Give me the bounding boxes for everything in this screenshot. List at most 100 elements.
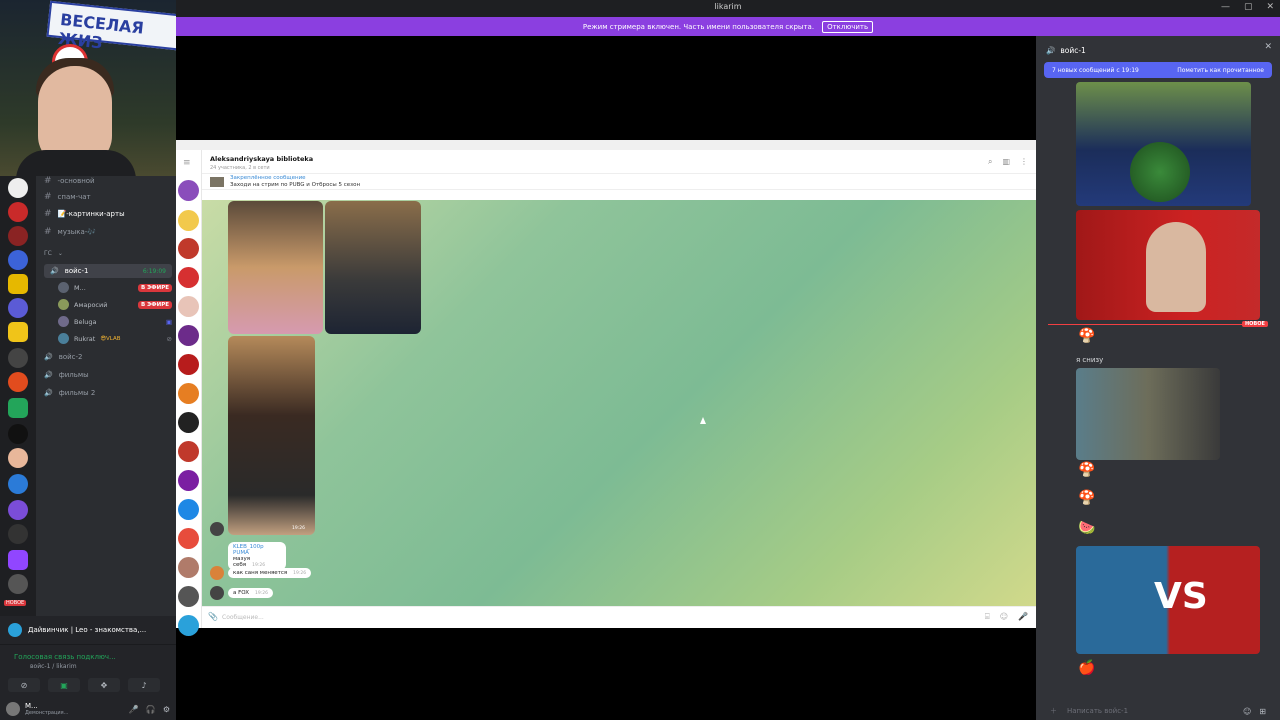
close-icon[interactable]: ✕ (1266, 2, 1274, 12)
message-bubble[interactable]: как саня меняется 19:26 (228, 568, 312, 578)
headphones-icon[interactable]: 🎧 (146, 705, 156, 714)
new-messages-bar[interactable]: 7 новых сообщений с 19:19 Пометить как п… (1044, 62, 1272, 78)
channel-item[interactable]: # -основной (44, 176, 172, 186)
voice-channel[interactable]: 🔊 войс-2 (44, 353, 172, 361)
chat-avatar[interactable] (178, 499, 199, 520)
menu-icon[interactable]: ≡ (183, 158, 191, 168)
avatar[interactable] (6, 702, 20, 716)
emoji-icon[interactable]: ☺ (1000, 612, 1008, 622)
commands-icon[interactable]: ⌸ (985, 612, 990, 622)
voice-user[interactable]: М... В ЭФИРЕ (58, 282, 172, 293)
server-icon[interactable] (8, 348, 28, 368)
server-icon[interactable] (8, 226, 28, 246)
chat-avatar[interactable] (178, 470, 199, 491)
image-attachment[interactable]: VS (1076, 546, 1260, 654)
server-icon[interactable] (8, 250, 28, 270)
twitch-icon[interactable] (8, 550, 28, 570)
new-badge: НОВОЕ (4, 600, 27, 606)
sender-avatar[interactable] (210, 566, 224, 580)
noise-suppression-icon[interactable]: ⊘ (8, 678, 40, 692)
apple-emoji: 🍎 (1078, 660, 1096, 676)
chat-avatar[interactable] (178, 557, 199, 578)
chat-avatar[interactable] (178, 238, 199, 259)
photo-message[interactable] (228, 201, 323, 334)
voice-user[interactable]: Амаросий В ЭФИРЕ (58, 299, 172, 310)
hash-icon: # (44, 192, 52, 202)
close-icon[interactable]: ✕ (1264, 42, 1272, 52)
search-icon[interactable]: ⌕ (988, 157, 992, 167)
channel-item[interactable]: # 📝-картинки-арты (44, 209, 172, 219)
notification-bar[interactable]: Дайвинчик | Leo - знакомства,... (0, 616, 176, 644)
chat-avatar[interactable] (178, 412, 199, 433)
server-icon[interactable] (8, 398, 28, 418)
attach-icon[interactable]: 📎 (208, 612, 218, 621)
server-icon[interactable] (8, 500, 28, 520)
photo-message[interactable] (325, 201, 421, 334)
chat-avatar[interactable] (178, 615, 199, 636)
voice-user[interactable]: Beluga ▣ (58, 316, 172, 327)
photo-message[interactable] (228, 336, 315, 535)
pinned-message[interactable]: Закреплённое сообщение Заходи на стрим п… (202, 174, 1036, 190)
photo-time: 19:26 (292, 526, 305, 531)
server-icon[interactable] (8, 202, 28, 222)
message-input[interactable]: Сообщение... (222, 614, 264, 621)
apps-icon[interactable]: ⊞ (1259, 707, 1266, 716)
telegram-chat-list: ≡ (176, 150, 202, 636)
chat-avatar[interactable] (178, 180, 199, 201)
channel-item[interactable]: # спам-чат (44, 192, 172, 202)
sidebar-toggle-icon[interactable]: ▥ (1002, 157, 1010, 167)
sender-avatar[interactable] (210, 586, 224, 600)
server-icon[interactable] (8, 524, 28, 544)
server-icon[interactable] (8, 372, 28, 392)
sender-avatar[interactable] (210, 522, 224, 536)
screen-share-icon[interactable]: ▣ (48, 678, 80, 692)
chat-avatar[interactable] (178, 325, 199, 346)
server-icon[interactable] (8, 274, 28, 294)
more-icon[interactable]: ⋮ (1020, 157, 1028, 167)
chat-header: Aleksandriyskaya biblioteka 24 участника… (202, 150, 1036, 174)
settings-icon[interactable]: ⚙ (163, 705, 170, 714)
minimize-icon[interactable]: — (1221, 2, 1230, 12)
voice-channel-active[interactable]: 🔊 войс-1 6:19:09 (44, 264, 172, 278)
activities-icon[interactable]: ✥ (88, 678, 120, 692)
telegram-window-bar (176, 140, 1036, 150)
server-icon[interactable] (8, 298, 28, 318)
disable-streamer-mode-button[interactable]: Отключить (822, 20, 874, 33)
new-messages-divider (1048, 324, 1244, 325)
channel-item[interactable]: # музыка-🎶 (44, 227, 172, 237)
voice-user[interactable]: Rukrat 😎VLAB ⊘ (58, 333, 172, 344)
add-attachment-icon[interactable]: ＋ (1050, 706, 1057, 716)
server-icon[interactable] (8, 424, 28, 444)
chat-avatar[interactable] (178, 383, 199, 404)
microphone-icon[interactable]: 🎤 (1018, 612, 1028, 622)
microphone-icon[interactable]: 🎤 (129, 705, 139, 714)
message-bubble[interactable]: а FOX 19:26 (228, 588, 273, 598)
soundboard-icon[interactable]: ♪ (128, 678, 160, 692)
voice-channel[interactable]: 🔊 фильмы 2 (44, 389, 172, 397)
chat-avatar[interactable] (178, 267, 199, 288)
category-header[interactable]: ГС ⌄ (44, 250, 172, 257)
server-icon[interactable] (8, 322, 28, 342)
image-attachment[interactable] (1076, 368, 1220, 460)
chat-avatar[interactable] (178, 296, 199, 317)
server-icon[interactable] (8, 474, 28, 494)
chat-avatar[interactable] (178, 354, 199, 375)
live-badge: В ЭФИРЕ (138, 300, 172, 309)
avatar (58, 299, 69, 310)
server-icon[interactable] (8, 178, 28, 198)
message-bubble[interactable]: KLEB_100p PUMA мазуя себя 19:26 (228, 542, 286, 570)
image-attachment[interactable] (1076, 82, 1251, 206)
chat-avatar[interactable] (178, 528, 199, 549)
server-icon[interactable] (8, 574, 28, 594)
chat-name[interactable]: Aleksandriyskaya biblioteka (210, 155, 313, 163)
image-attachment[interactable] (1076, 210, 1260, 320)
server-icon[interactable] (8, 448, 28, 468)
message-input[interactable]: Написать войс-1 (1067, 707, 1128, 715)
chat-avatar[interactable] (178, 210, 199, 231)
mark-read-button[interactable]: Пометить как прочитанное (1177, 67, 1264, 74)
chat-avatar[interactable] (178, 586, 199, 607)
voice-channel[interactable]: 🔊 фильмы (44, 371, 172, 379)
chat-avatar[interactable] (178, 441, 199, 462)
emoji-icon[interactable]: ☺ (1243, 707, 1251, 716)
maximize-icon[interactable]: ▢ (1244, 2, 1253, 12)
